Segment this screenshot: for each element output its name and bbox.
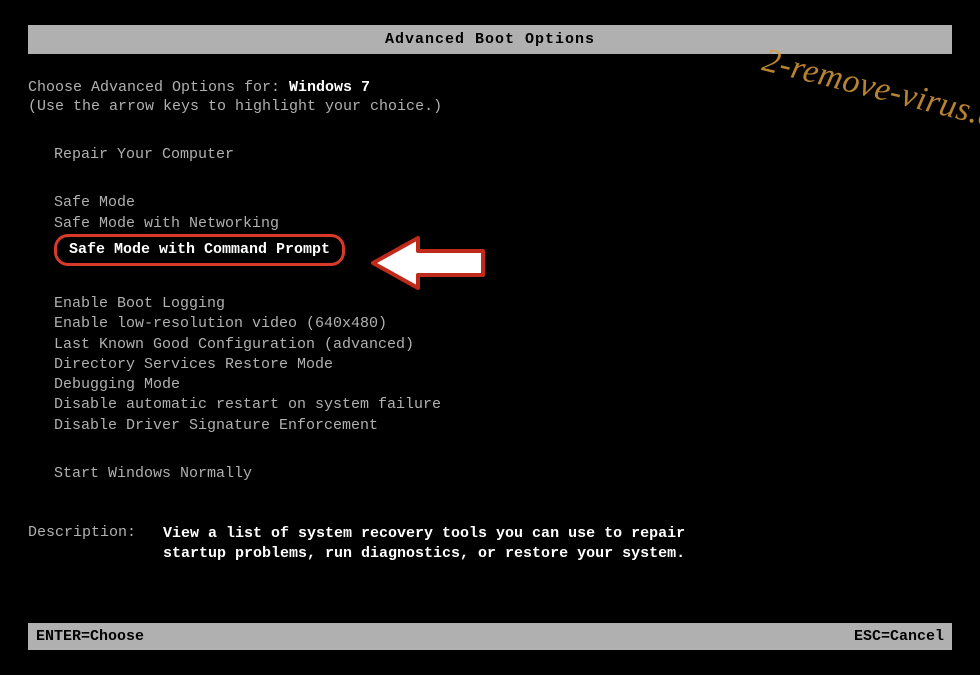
footer-esc: ESC=Cancel: [854, 628, 944, 645]
description-block: Description: View a list of system recov…: [28, 524, 952, 565]
choose-prefix: Choose Advanced Options for:: [28, 79, 289, 96]
option-start-normally[interactable]: Start Windows Normally: [54, 464, 952, 484]
option-ds-restore[interactable]: Directory Services Restore Mode: [54, 355, 952, 375]
option-safe-mode[interactable]: Safe Mode: [54, 193, 952, 213]
option-disable-auto-restart[interactable]: Disable automatic restart on system fail…: [54, 395, 952, 415]
footer-bar: ENTER=Choose ESC=Cancel: [28, 623, 952, 650]
option-group-advanced: Enable Boot Logging Enable low-resolutio…: [54, 294, 952, 436]
window-title: Advanced Boot Options: [385, 31, 595, 48]
highlighted-option: Safe Mode with Command Prompt: [54, 234, 345, 266]
main-content: Choose Advanced Options for: Windows 7 (…: [0, 54, 980, 565]
os-name: Windows 7: [289, 79, 370, 96]
choose-line: Choose Advanced Options for: Windows 7: [28, 79, 952, 96]
description-label: Description:: [28, 524, 163, 565]
option-safe-mode-command-prompt[interactable]: Safe Mode with Command Prompt: [54, 234, 952, 266]
option-group-normal: Start Windows Normally: [54, 464, 952, 484]
option-safe-mode-networking[interactable]: Safe Mode with Networking: [54, 214, 952, 234]
option-boot-logging[interactable]: Enable Boot Logging: [54, 294, 952, 314]
hint-line: (Use the arrow keys to highlight your ch…: [28, 98, 952, 115]
option-group-safemode: Safe Mode Safe Mode with Networking Safe…: [54, 193, 952, 266]
option-debugging-mode[interactable]: Debugging Mode: [54, 375, 952, 395]
option-last-known-good[interactable]: Last Known Good Configuration (advanced): [54, 335, 952, 355]
option-disable-driver-sig[interactable]: Disable Driver Signature Enforcement: [54, 416, 952, 436]
option-repair-computer[interactable]: Repair Your Computer: [54, 145, 952, 165]
footer-enter: ENTER=Choose: [36, 628, 144, 645]
option-low-res-video[interactable]: Enable low-resolution video (640x480): [54, 314, 952, 334]
title-bar: Advanced Boot Options: [28, 25, 952, 54]
description-text: View a list of system recovery tools you…: [163, 524, 685, 565]
description-line2: startup problems, run diagnostics, or re…: [163, 544, 685, 564]
option-group-repair: Repair Your Computer: [54, 145, 952, 165]
description-line1: View a list of system recovery tools you…: [163, 524, 685, 544]
